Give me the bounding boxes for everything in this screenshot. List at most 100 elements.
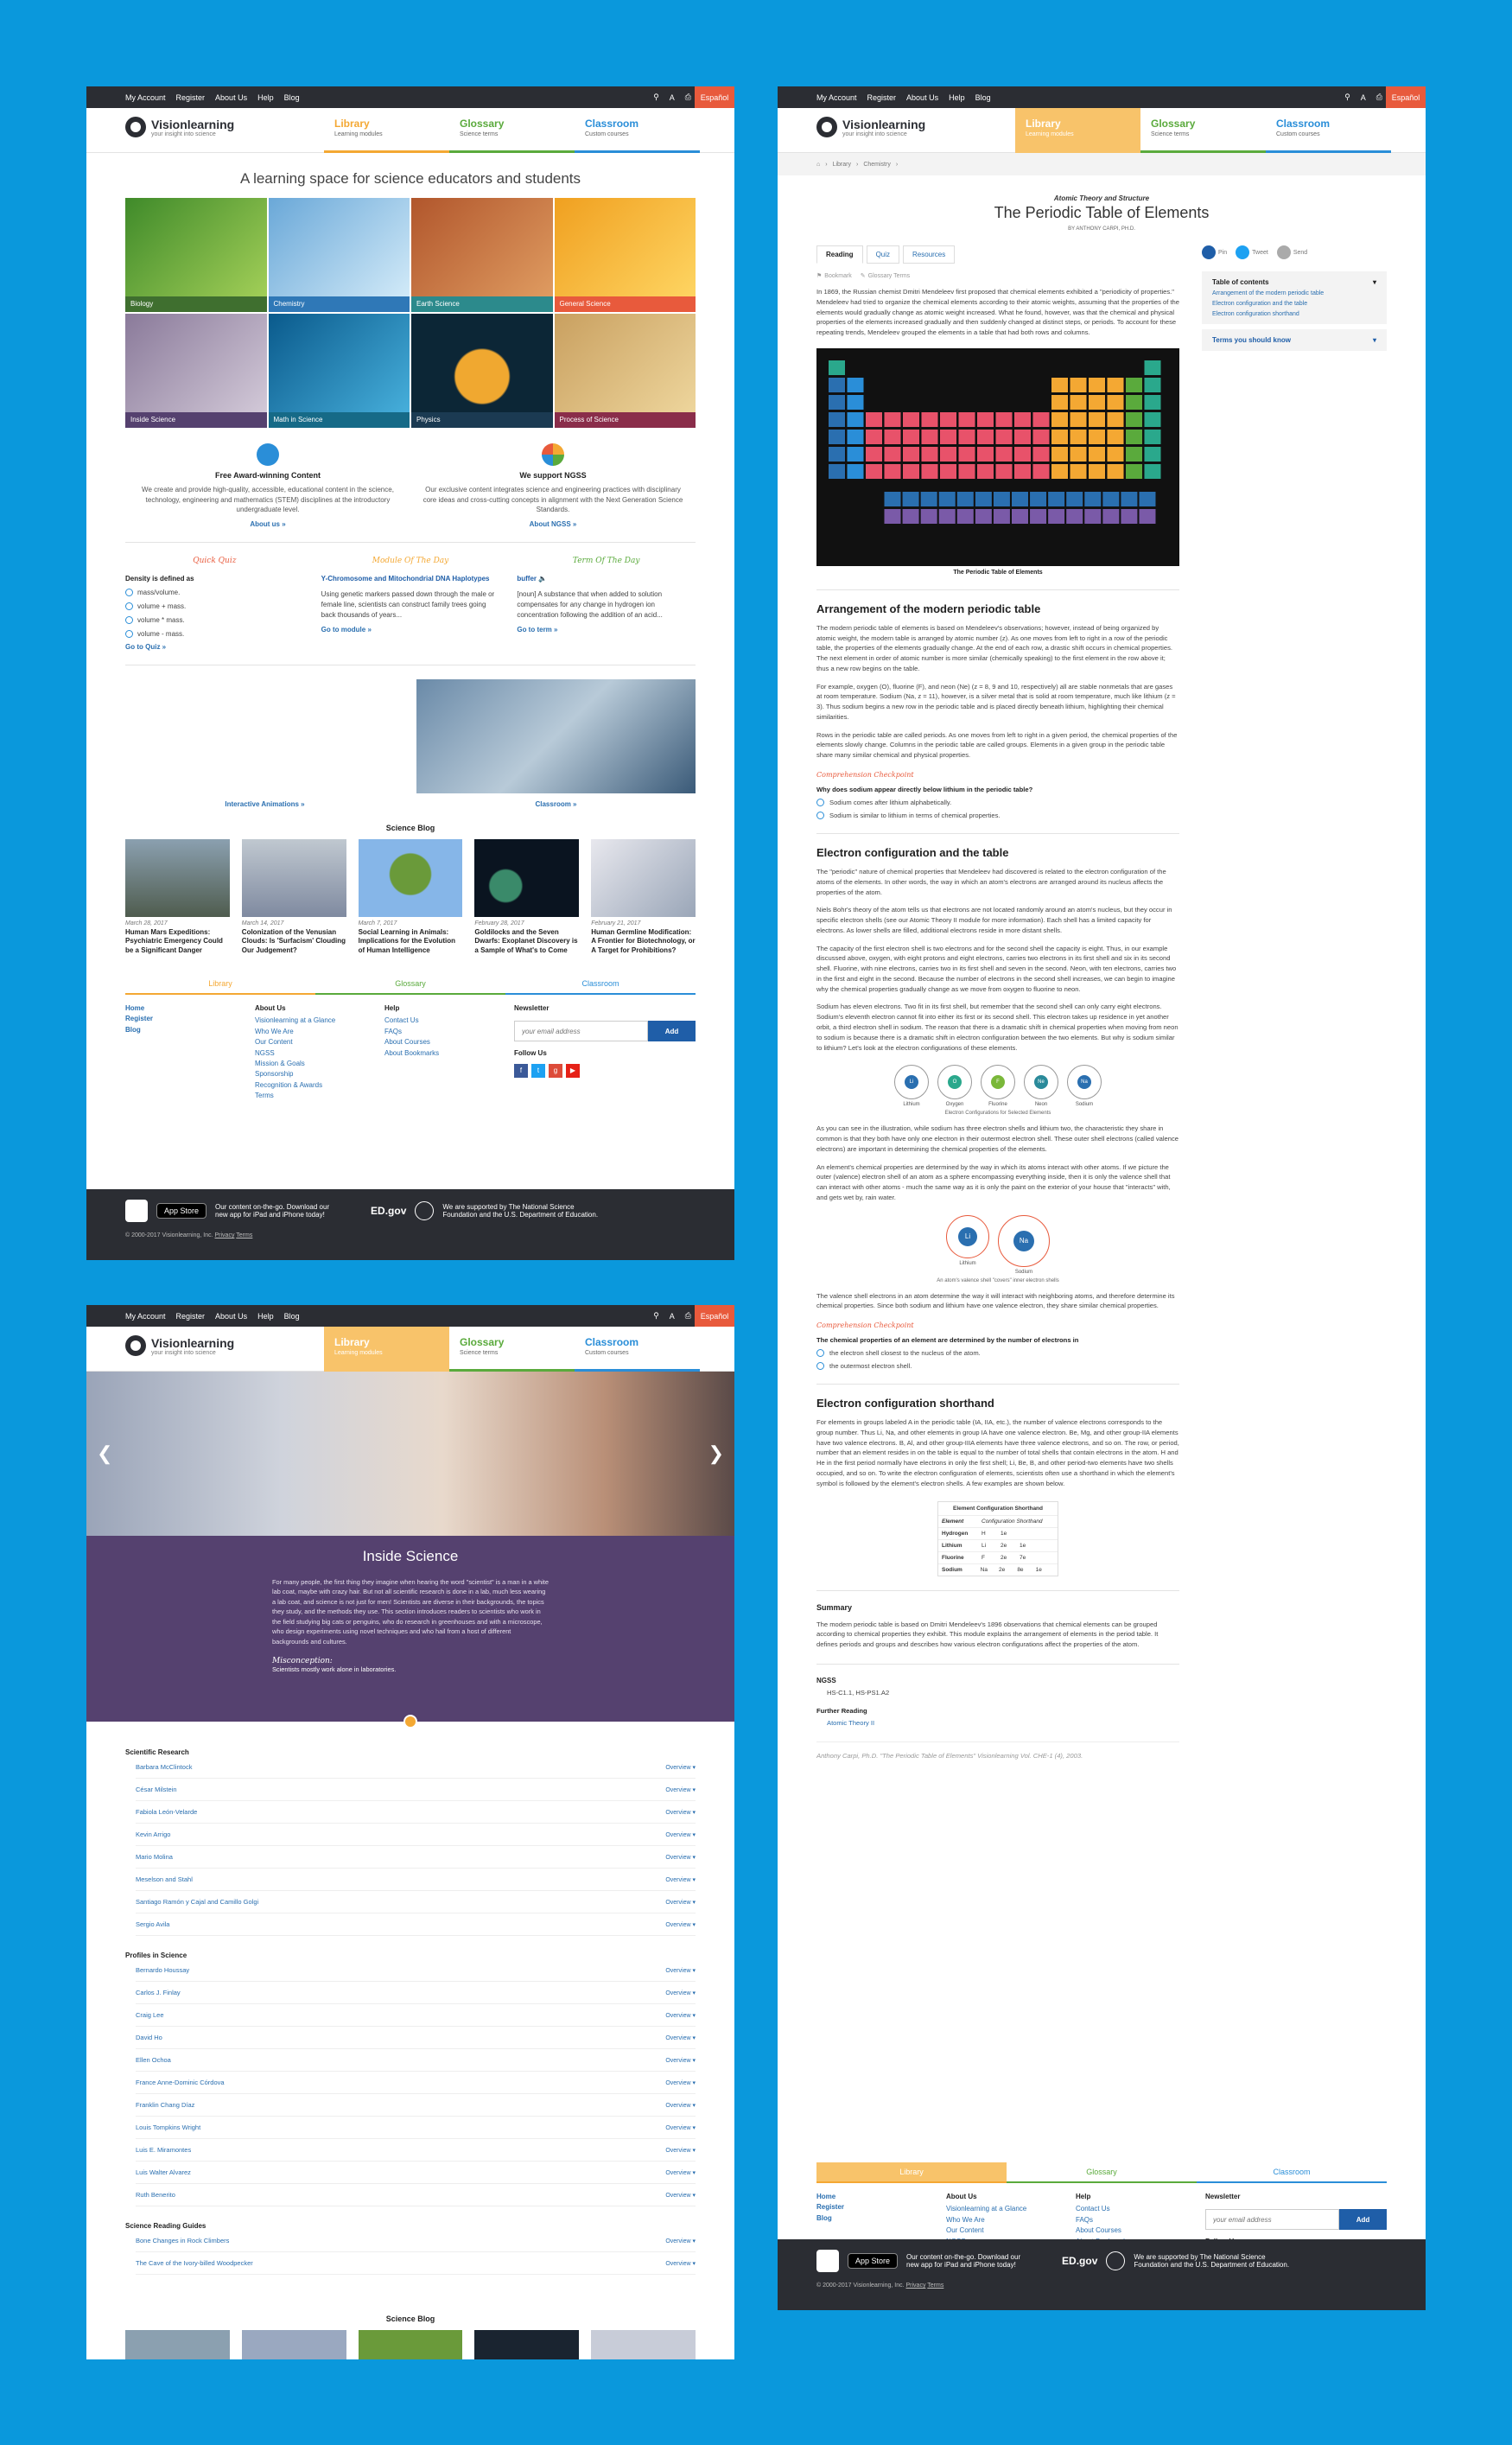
scientist-name[interactable]: France Anne-Dominic Córdova (136, 2079, 225, 2086)
font-size-icon[interactable]: A (670, 93, 675, 102)
overview-toggle[interactable]: Overview ▾ (665, 1876, 696, 1883)
footer-link[interactable]: Visionlearning at a Glance (255, 1016, 384, 1026)
list-item[interactable]: César Milstein Overview ▾ (136, 1779, 696, 1801)
app-store-button[interactable]: App Store (848, 2253, 899, 2269)
blog-card[interactable]: March 7, 2017 Social Learning in Animals:… (358, 838, 463, 955)
toc-link[interactable]: Electron configuration shorthand (1212, 311, 1376, 317)
overview-toggle[interactable]: Overview ▾ (665, 2124, 696, 2131)
footer-register-link[interactable]: Register (816, 2202, 946, 2213)
go-to-term-link[interactable]: Go to term » (517, 626, 696, 634)
nsf-logo[interactable] (1106, 2251, 1126, 2270)
footer-link[interactable]: About Bookmarks (384, 1048, 514, 1059)
overview-toggle[interactable]: Overview ▾ (665, 2034, 696, 2041)
help-link[interactable]: Help (257, 93, 274, 102)
overview-toggle[interactable]: Overview ▾ (665, 1809, 696, 1816)
tab-quiz[interactable]: Quiz (866, 245, 900, 264)
overview-toggle[interactable]: Overview ▾ (665, 1764, 696, 1771)
print-icon[interactable]: ⎙ (685, 92, 691, 102)
overview-toggle[interactable]: Overview ▾ (665, 2260, 696, 2267)
list-item[interactable]: Sergio Avila Overview ▾ (136, 1913, 696, 1936)
search-icon[interactable]: ⚲ (1344, 92, 1350, 102)
footer-tab-glossary[interactable]: Glossary (1007, 2162, 1197, 2183)
crumb-chemistry[interactable]: Chemistry (863, 162, 891, 168)
edgov-logo[interactable]: ED.gov (1062, 2255, 1097, 2267)
footer-tab-library[interactable]: Library (816, 2162, 1007, 2183)
scientist-name[interactable]: Louis Tompkins Wright (136, 2123, 200, 2131)
about-us-link[interactable]: About Us (215, 1312, 247, 1321)
blog-link[interactable]: Blog (975, 93, 991, 102)
list-item[interactable]: The Cave of the Ivory-billed Woodpecker O… (136, 2252, 696, 2275)
footer-tab-library[interactable]: Library (125, 974, 315, 995)
scientist-name[interactable]: Barbara McClintock (136, 1763, 192, 1771)
scientist-name[interactable]: Franklin Chang Díaz (136, 2101, 194, 2109)
overview-toggle[interactable]: Overview ▾ (665, 1786, 696, 1793)
overview-toggle[interactable]: Overview ▾ (665, 2147, 696, 2154)
help-link[interactable]: Help (949, 93, 965, 102)
overview-toggle[interactable]: Overview ▾ (665, 1899, 696, 1906)
footer-link[interactable]: Contact Us (384, 1016, 514, 1026)
list-item[interactable]: Bernardo Houssay Overview ▾ (136, 1959, 696, 1982)
list-item[interactable]: Ruth Benerito Overview ▾ (136, 2184, 696, 2206)
tab-resources[interactable]: Resources (903, 245, 956, 264)
tile-physics[interactable]: Physics (411, 314, 553, 428)
scientist-name[interactable]: César Milstein (136, 1786, 177, 1793)
list-item[interactable]: David Ho Overview ▾ (136, 2027, 696, 2049)
privacy-link[interactable]: Privacy (906, 2283, 926, 2289)
scientist-name[interactable]: Luis E. Miramontes (136, 2146, 191, 2154)
scientist-name[interactable]: Kevin Arrigo (136, 1831, 170, 1838)
twitter-icon[interactable]: t (531, 1063, 545, 1078)
blog-card[interactable] (591, 2330, 696, 2359)
overview-toggle[interactable]: Overview ▾ (665, 2192, 696, 2199)
register-link[interactable]: Register (867, 93, 897, 102)
overview-toggle[interactable]: Overview ▾ (665, 2012, 696, 2019)
classroom-link[interactable]: Classroom » (416, 800, 696, 808)
scientist-name[interactable]: Bone Changes in Rock Climbers (136, 2237, 229, 2244)
overview-toggle[interactable]: Overview ▾ (665, 2057, 696, 2064)
scientist-name[interactable]: Bernardo Houssay (136, 1966, 189, 1974)
list-item[interactable]: Carlos J. Finlay Overview ▾ (136, 1982, 696, 2004)
checkpoint-option[interactable]: the outermost electron shell. (816, 1362, 1179, 1371)
blog-card[interactable]: March 28, 2017 Human Mars Expeditions: Ps… (125, 838, 230, 955)
footer-tab-glossary[interactable]: Glossary (315, 974, 505, 995)
overview-toggle[interactable]: Overview ▾ (665, 2102, 696, 2109)
scientist-name[interactable]: Fabiola León-Velarde (136, 1808, 197, 1816)
list-item[interactable]: Ellen Ochoa Overview ▾ (136, 2049, 696, 2072)
nav-library[interactable]: Library Learning modules (324, 108, 449, 153)
footer-link[interactable]: About Courses (384, 1037, 514, 1047)
espanol-button[interactable]: Español (1386, 86, 1426, 108)
overview-toggle[interactable]: Overview ▾ (665, 1990, 696, 1996)
tile-earth-science[interactable]: Earth Science (411, 198, 553, 312)
footer-link[interactable]: NGSS (255, 1048, 384, 1059)
speaker-icon[interactable]: 🔈 (538, 575, 547, 583)
tile-general-science[interactable]: General Science (554, 198, 696, 312)
nav-glossary[interactable]: Glossary Science terms (1140, 108, 1266, 153)
list-item[interactable]: Franklin Chang Díaz Overview ▾ (136, 2094, 696, 2117)
crumb-library[interactable]: Library (833, 162, 851, 168)
footer-link[interactable]: Who We Are (255, 1027, 384, 1037)
my-account-link[interactable]: My Account (816, 93, 857, 102)
youtube-icon[interactable]: ▶ (566, 1063, 580, 1078)
font-size-icon[interactable]: A (670, 1312, 675, 1321)
further-reading-link[interactable]: Atomic Theory II (827, 1718, 1179, 1729)
logo[interactable]: Visionlearning your insight into science (125, 1335, 234, 1356)
go-to-module-link[interactable]: Go to module » (321, 626, 500, 634)
tile-math[interactable]: Math in Science (268, 314, 410, 428)
tab-reading[interactable]: Reading (816, 245, 863, 264)
facebook-icon[interactable]: f (514, 1063, 528, 1078)
footer-link[interactable]: Who We Are (946, 2215, 1076, 2225)
nsf-logo[interactable] (415, 1201, 435, 1220)
footer-link[interactable]: FAQs (1076, 2215, 1205, 2225)
edgov-logo[interactable]: ED.gov (371, 1205, 406, 1217)
nav-library[interactable]: Library Learning modules (324, 1327, 449, 1372)
overview-toggle[interactable]: Overview ▾ (665, 1921, 696, 1928)
classroom-image[interactable] (416, 678, 696, 793)
logo[interactable]: Visionlearning your insight into science (125, 117, 234, 137)
home-icon[interactable]: ⌂ (816, 162, 820, 168)
newsletter-email-input[interactable] (1205, 2209, 1339, 2231)
quiz-option[interactable]: volume + mass. (125, 602, 304, 612)
footer-register-link[interactable]: Register (125, 1014, 255, 1024)
footer-link[interactable]: Our Content (255, 1037, 384, 1047)
list-item[interactable]: Luis Walter Alvarez Overview ▾ (136, 2162, 696, 2184)
go-to-quiz-link[interactable]: Go to Quiz » (125, 643, 304, 651)
font-size-icon[interactable]: A (1361, 93, 1366, 102)
